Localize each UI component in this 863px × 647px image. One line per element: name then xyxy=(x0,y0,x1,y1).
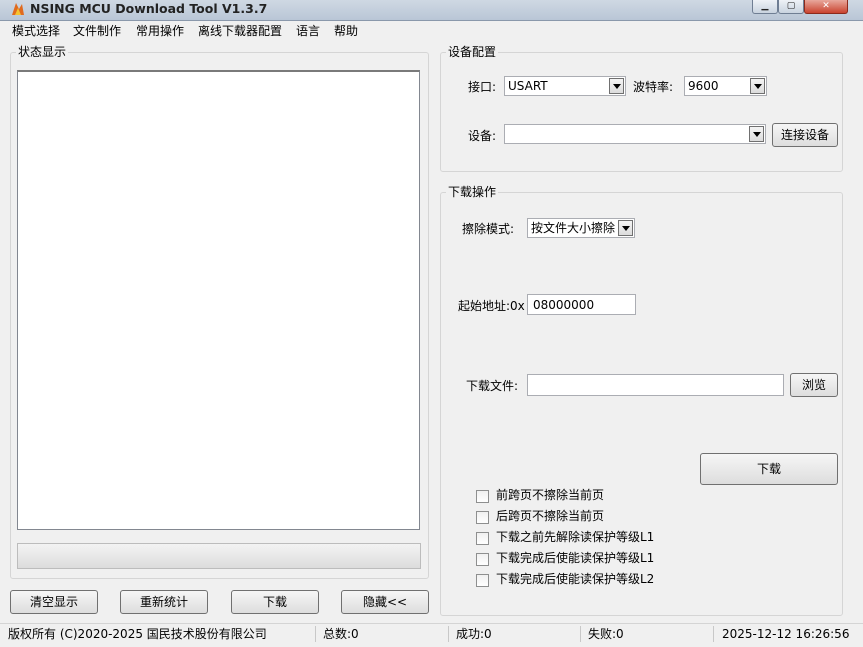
download-ops-title: 下载操作 xyxy=(446,185,499,199)
download-file-input[interactable] xyxy=(527,374,784,396)
download-button-bottom[interactable]: 下载 xyxy=(231,590,319,614)
window-title: NSING MCU Download Tool V1.3.7 xyxy=(30,1,268,16)
connect-device-button[interactable]: 连接设备 xyxy=(772,123,838,147)
device-config-group xyxy=(440,52,843,172)
option-label: 下载完成后使能读保护等级L2 xyxy=(496,572,655,586)
port-value: USART xyxy=(508,79,548,93)
menu-bar: 模式选择 文件制作 常用操作 离线下载器配置 语言 帮助 xyxy=(0,21,863,42)
menu-help[interactable]: 帮助 xyxy=(334,24,358,39)
minimize-button[interactable]: ▁ xyxy=(752,0,778,14)
close-icon: ✕ xyxy=(822,1,830,11)
device-label: 设备: xyxy=(468,129,497,143)
start-address-label: 起始地址:0x xyxy=(458,299,525,313)
close-button[interactable]: ✕ xyxy=(804,0,848,14)
menu-file-make[interactable]: 文件制作 xyxy=(73,24,121,39)
baud-label: 波特率: xyxy=(633,80,674,94)
checkbox-no-erase-before-page[interactable] xyxy=(476,490,489,503)
total-count: 总数:0 xyxy=(323,627,359,641)
app-icon xyxy=(12,3,24,15)
chevron-down-icon[interactable] xyxy=(618,220,633,236)
option-label: 前跨页不擦除当前页 xyxy=(496,488,605,502)
status-separator xyxy=(448,626,449,642)
checkbox-protect-l1-after[interactable] xyxy=(476,553,489,566)
copyright-text: 版权所有 (C)2020-2025 国民技术股份有限公司 xyxy=(8,627,267,641)
checkbox-unprotect-l1-before[interactable] xyxy=(476,532,489,545)
success-count: 成功:0 xyxy=(456,627,492,641)
status-group-title: 状态显示 xyxy=(16,45,69,59)
menu-offline-downloader-config[interactable]: 离线下载器配置 xyxy=(198,24,282,39)
device-combo[interactable] xyxy=(504,124,766,144)
menu-common-ops[interactable]: 常用操作 xyxy=(136,24,184,39)
download-button-main[interactable]: 下载 xyxy=(700,453,838,485)
clear-display-button[interactable]: 清空显示 xyxy=(10,590,98,614)
menu-mode-select[interactable]: 模式选择 xyxy=(12,24,60,39)
checkbox-protect-l2-after[interactable] xyxy=(476,574,489,587)
baud-value: 9600 xyxy=(688,79,719,93)
fail-count: 失败:0 xyxy=(588,627,624,641)
baud-combo[interactable]: 9600 xyxy=(684,76,767,96)
progress-bar xyxy=(17,543,421,569)
maximize-icon: ▢ xyxy=(786,1,796,11)
download-file-label: 下载文件: xyxy=(466,379,519,393)
port-label: 接口: xyxy=(468,80,497,94)
start-address-input[interactable]: 08000000 xyxy=(527,294,636,315)
port-combo[interactable]: USART xyxy=(504,76,626,96)
status-separator xyxy=(580,626,581,642)
status-separator xyxy=(713,626,714,642)
status-log-area[interactable] xyxy=(17,70,420,530)
checkbox-no-erase-after-page[interactable] xyxy=(476,511,489,524)
hide-button[interactable]: 隐藏<< xyxy=(341,590,429,614)
chevron-down-icon[interactable] xyxy=(749,126,764,142)
erase-mode-value: 按文件大小擦除 xyxy=(531,221,616,235)
minimize-icon: ▁ xyxy=(761,1,769,11)
option-label: 下载完成后使能读保护等级L1 xyxy=(496,551,655,565)
device-config-title: 设备配置 xyxy=(446,45,499,59)
chevron-down-icon[interactable] xyxy=(609,78,624,94)
menu-language[interactable]: 语言 xyxy=(296,24,320,39)
chevron-down-icon[interactable] xyxy=(750,78,765,94)
maximize-button[interactable]: ▢ xyxy=(778,0,804,14)
option-label: 后跨页不擦除当前页 xyxy=(496,509,605,523)
title-bar[interactable]: NSING MCU Download Tool V1.3.7 ▁ ▢ ✕ xyxy=(0,0,863,21)
datetime-text: 2025-12-12 16:26:56 xyxy=(722,627,850,641)
erase-mode-label: 擦除模式: xyxy=(462,222,515,236)
browse-button[interactable]: 浏览 xyxy=(790,373,838,397)
erase-mode-combo[interactable]: 按文件大小擦除 xyxy=(527,218,635,238)
status-separator xyxy=(315,626,316,642)
start-address-value: 08000000 xyxy=(533,298,595,312)
recount-button[interactable]: 重新统计 xyxy=(120,590,208,614)
status-bar: 版权所有 (C)2020-2025 国民技术股份有限公司 总数:0 成功:0 失… xyxy=(0,623,863,647)
option-label: 下载之前先解除读保护等级L1 xyxy=(496,530,655,544)
